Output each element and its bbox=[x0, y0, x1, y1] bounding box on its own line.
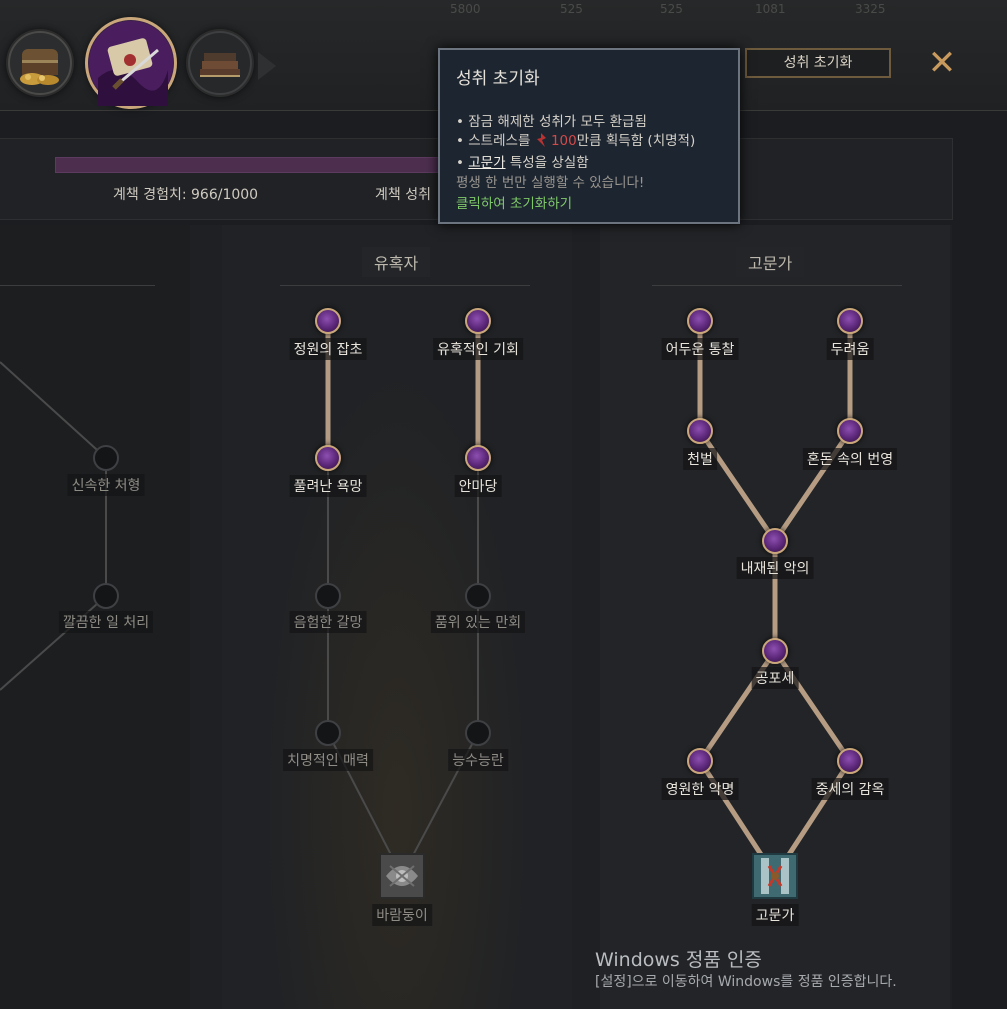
skill-node[interactable] bbox=[465, 583, 491, 609]
skill-label: 천벌 bbox=[683, 448, 717, 470]
skill-label: 정원의 잡초 bbox=[289, 338, 367, 360]
tooltip-line-1: • 잠금 해제한 성취가 모두 환급됨 bbox=[456, 114, 647, 130]
trait-label: 바람둥이 bbox=[372, 904, 432, 926]
reset-tooltip: 성취 초기화 • 잠금 해제한 성취가 모두 환급됨 • 스트레스를 100만큼… bbox=[438, 48, 740, 224]
skill-label: 유혹적인 기회 bbox=[433, 338, 523, 360]
skill-node[interactable] bbox=[93, 445, 119, 471]
skill-node[interactable] bbox=[762, 528, 788, 554]
stress-icon bbox=[536, 133, 546, 147]
tooltip-line-2: • 스트레스를 100만큼 획득함 (치명적) bbox=[456, 133, 696, 149]
skill-node[interactable] bbox=[687, 308, 713, 334]
skill-label: 어두운 통찰 bbox=[661, 338, 739, 360]
skill-node[interactable] bbox=[837, 748, 863, 774]
skill-node[interactable] bbox=[837, 418, 863, 444]
activation-watermark-title: Windows 정품 인증 bbox=[595, 949, 762, 971]
skill-label: 두려움 bbox=[826, 338, 874, 360]
skill-label: 품위 있는 만회 bbox=[430, 611, 526, 633]
skill-node[interactable] bbox=[315, 445, 341, 471]
reset-achievements-button[interactable]: 성취 초기화 bbox=[745, 48, 891, 78]
skill-node[interactable] bbox=[465, 308, 491, 334]
skill-label: 혼돈 속의 번영 bbox=[802, 448, 898, 470]
skill-label: 안마당 bbox=[454, 475, 502, 497]
silver-ornament-icon[interactable] bbox=[378, 852, 426, 900]
skill-node[interactable] bbox=[315, 720, 341, 746]
skill-node[interactable] bbox=[837, 308, 863, 334]
skill-label: 치명적인 매력 bbox=[283, 749, 373, 771]
close-icon[interactable]: ✕ bbox=[924, 46, 960, 82]
skill-node[interactable] bbox=[465, 445, 491, 471]
skill-node[interactable] bbox=[315, 583, 341, 609]
skill-label: 깔끔한 일 처리 bbox=[58, 611, 154, 633]
trait-label: 고문가 bbox=[751, 904, 799, 926]
skill-node[interactable] bbox=[465, 720, 491, 746]
torture-device-icon[interactable] bbox=[751, 852, 799, 900]
skill-node[interactable] bbox=[315, 308, 341, 334]
tooltip-title: 성취 초기화 bbox=[456, 69, 540, 89]
skill-node[interactable] bbox=[93, 583, 119, 609]
skill-node[interactable] bbox=[762, 638, 788, 664]
skill-label: 중세의 감옥 bbox=[811, 778, 889, 800]
skill-label: 풀려난 욕망 bbox=[289, 475, 367, 497]
activation-watermark-text: [설정]으로 이동하여 Windows를 정품 인증합니다. bbox=[595, 974, 897, 990]
tooltip-note: 평생 한 번만 실행할 수 있습니다! bbox=[456, 175, 645, 191]
skill-label: 내재된 악의 bbox=[736, 557, 814, 579]
skill-label: 음험한 갈망 bbox=[289, 611, 367, 633]
skill-label: 공포세 bbox=[751, 667, 799, 689]
skill-node[interactable] bbox=[687, 748, 713, 774]
skill-label: 신속한 처형 bbox=[67, 474, 145, 496]
skill-label: 영원한 악명 bbox=[661, 778, 739, 800]
tooltip-action[interactable]: 클릭하여 초기화하기 bbox=[456, 192, 572, 212]
skill-label: 능수능란 bbox=[448, 749, 508, 771]
tooltip-line-3: • 고문가 특성을 상실함 bbox=[456, 155, 589, 171]
skill-node[interactable] bbox=[687, 418, 713, 444]
